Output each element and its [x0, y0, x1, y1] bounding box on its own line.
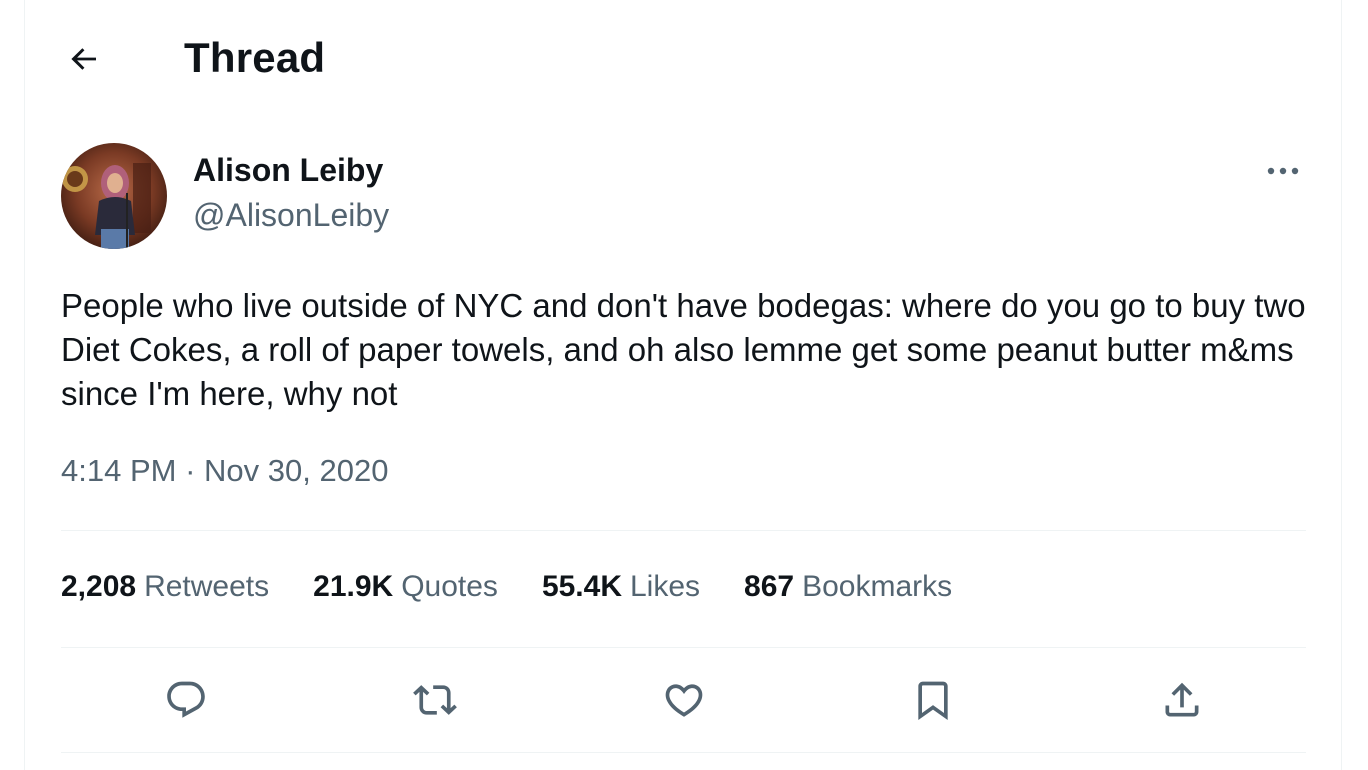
retweet-icon	[413, 685, 457, 715]
avatar[interactable]	[61, 143, 167, 249]
avatar-photo-icon	[61, 143, 167, 249]
share-button[interactable]	[1154, 672, 1210, 728]
more-options-button[interactable]	[1261, 152, 1305, 190]
like-heart-icon	[665, 684, 703, 717]
reply-button[interactable]	[158, 672, 214, 728]
back-arrow-icon	[71, 48, 96, 70]
retweet-button[interactable]	[407, 672, 463, 728]
likes-count: 55.4K	[541, 570, 622, 603]
tweet-timestamp: 4:14 PM · Nov 30, 2020	[61, 453, 388, 489]
author-display-name[interactable]: Alison Leiby	[193, 152, 383, 189]
more-horizontal-icon	[1267, 167, 1299, 175]
quotes-count: 21.9K	[313, 570, 394, 603]
thread-header: Thread	[25, 0, 1341, 115]
retweets-stat[interactable]: 2,208 Retweets	[61, 570, 269, 604]
reply-icon	[167, 681, 205, 718]
page-title: Thread	[184, 34, 326, 81]
bookmark-icon	[918, 681, 948, 721]
like-button[interactable]	[656, 672, 712, 728]
quotes-stat[interactable]: 21.9K Quotes	[313, 570, 498, 604]
back-button[interactable]	[61, 36, 107, 82]
divider	[61, 530, 1306, 531]
tweet-stats: 2,208 Retweets 21.9K Quotes 55.4K Likes 867…	[61, 570, 952, 604]
likes-stat[interactable]: 55.4K Likes	[542, 570, 700, 604]
share-icon	[1165, 682, 1199, 717]
divider	[61, 647, 1306, 648]
tweet-text: People who live outside of NYC and don't…	[61, 287, 1306, 412]
timestamp-separator: ·	[185, 453, 196, 488]
tweet-date[interactable]: Nov 30, 2020	[204, 453, 388, 488]
bookmarks-stat[interactable]: 867 Bookmarks	[744, 570, 952, 604]
retweets-count: 2,208	[61, 570, 137, 603]
author-handle[interactable]: @AlisonLeiby	[193, 197, 389, 234]
divider	[61, 752, 1306, 753]
bookmark-button[interactable]	[905, 672, 961, 728]
retweets-label: Retweets	[144, 570, 270, 603]
bookmarks-label: Bookmarks	[802, 570, 953, 603]
thread-column: Thread Alison Leiby @AlisonLeiby People …	[24, 0, 1342, 770]
tweet-actions-bar	[61, 672, 1306, 732]
likes-label: Likes	[630, 570, 701, 603]
bookmarks-count: 867	[744, 570, 795, 603]
tweet-time[interactable]: 4:14 PM	[61, 453, 176, 488]
quotes-label: Quotes	[401, 570, 498, 603]
